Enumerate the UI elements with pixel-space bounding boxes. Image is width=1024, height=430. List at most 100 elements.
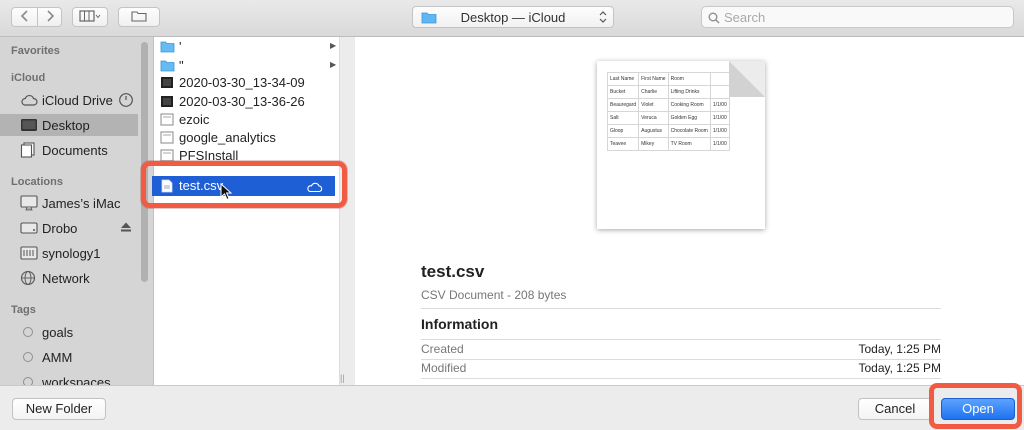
file-column: ' ▶ " ▶ 2020-03-30_13-34-09 2020-03-30_1… <box>154 37 340 385</box>
created-label: Created <box>421 342 464 356</box>
table-cell: Gloop <box>606 124 640 138</box>
thumbnail-table: Last Name First Name Room Bucket Charlie Lift… <box>606 72 730 151</box>
preview-subtitle: CSV Document - 208 bytes <box>421 288 567 302</box>
video-file-icon <box>160 76 174 89</box>
table-cell: 1/1/00 <box>709 111 730 125</box>
tag-dot-icon <box>23 377 33 385</box>
folder-icon <box>160 59 175 72</box>
sidebar-item-tag-workspaces[interactable]: workspaces <box>0 371 138 385</box>
created-value: Today, 1:25 PM <box>858 342 942 356</box>
location-label: Desktop — iCloud <box>460 10 566 25</box>
table-cell: 1/1/00 <box>709 124 730 138</box>
sidebar-item-label: James’s iMac <box>42 195 121 211</box>
chevron-right-icon[interactable] <box>45 9 55 26</box>
table-cell: Lifting Drinks <box>667 85 711 99</box>
disclosure-arrow-icon: ▶ <box>330 60 337 69</box>
sidebar-item-label: synology1 <box>42 245 101 261</box>
cancel-button[interactable]: Cancel <box>858 398 932 420</box>
footer: New Folder Cancel Open <box>0 385 1024 430</box>
table-cell: Beauregard <box>606 98 640 112</box>
sidebar-item-label: Drobo <box>42 220 78 236</box>
sidebar-item-tag-goals[interactable]: goals <box>0 321 138 343</box>
cloud-icon <box>20 93 38 107</box>
sidebar-item-synology1[interactable]: synology1 <box>0 242 138 264</box>
table-cell: Golden Egg <box>667 111 711 125</box>
updown-chevron-icon <box>599 10 607 25</box>
video-file-icon <box>160 95 174 108</box>
sidebar-item-label: iCloud Drive <box>42 92 113 108</box>
highlight-annotation <box>141 161 347 208</box>
server-icon <box>20 245 38 260</box>
table-cell <box>709 72 730 86</box>
table-row: Beauregard Violet Cooking Room 1/1/00 <box>606 98 730 112</box>
list-item[interactable]: 2020-03-30_13-34-09 <box>154 73 339 93</box>
sidebar-section-icloud: iCloud <box>11 72 46 84</box>
sidebar-item-desktop[interactable]: Desktop <box>0 114 138 136</box>
sidebar-item-documents[interactable]: Documents <box>0 139 138 161</box>
list-item[interactable]: 2020-03-30_13-36-26 <box>154 92 339 112</box>
chevron-left-icon[interactable] <box>20 9 30 26</box>
drive-icon <box>20 221 38 235</box>
table-cell <box>709 85 730 99</box>
table-row: Salt Veruca Golden Egg 1/1/00 <box>606 111 730 125</box>
preview-pane: Last Name First Name Room Bucket Charlie Lift… <box>355 37 1024 385</box>
eject-icon[interactable] <box>120 221 132 236</box>
sidebar-item-label: goals <box>42 324 74 340</box>
table-cell: Cooking Room <box>667 98 711 112</box>
table-row: Last Name First Name Room <box>606 72 730 86</box>
table-cell: 1/1/00 <box>709 98 730 112</box>
disclosure-arrow-icon: ▶ <box>330 41 337 50</box>
file-name: 2020-03-30_13-34-09 <box>179 75 305 90</box>
modified-label: Modified <box>421 361 467 375</box>
back-forward-control <box>11 7 62 27</box>
toolbar-new-folder-button[interactable] <box>118 7 160 27</box>
table-cell: Room <box>667 72 711 86</box>
file-name: ' <box>179 39 182 54</box>
modified-value: Today, 1:25 PM <box>858 361 942 375</box>
highlight-annotation <box>929 383 1022 429</box>
network-icon <box>20 270 36 286</box>
list-item[interactable]: ezoic <box>154 110 339 130</box>
open-file-dialog: Desktop — iCloud Search Favorites iCloud… <box>0 0 1024 430</box>
document-thumbnail: Last Name First Name Room Bucket Charlie Lift… <box>597 61 765 229</box>
table-cell: TV Room <box>667 137 711 151</box>
file-icon <box>160 113 174 126</box>
toolbar: Desktop — iCloud Search <box>0 0 1024 37</box>
search-field[interactable]: Search <box>701 6 1014 28</box>
divider <box>421 308 941 309</box>
sidebar-section-locations: Locations <box>11 176 63 188</box>
sidebar-item-network[interactable]: Network <box>0 267 138 289</box>
sidebar-item-imac[interactable]: James’s iMac <box>0 192 138 214</box>
desktop-icon <box>20 118 37 132</box>
list-item[interactable]: ' ▶ <box>154 37 339 57</box>
column-resize-handle[interactable]: || <box>340 373 345 383</box>
search-icon <box>708 11 720 29</box>
sidebar-item-icloud-drive[interactable]: iCloud Drive <box>0 89 138 111</box>
file-name: 2020-03-30_13-36-26 <box>179 94 305 109</box>
table-cell: Augustus <box>638 124 669 138</box>
sidebar-item-tag-amm[interactable]: AMM <box>0 346 138 368</box>
table-cell: Mikey <box>638 137 669 151</box>
sidebar-item-label: Documents <box>42 142 108 158</box>
icloud-progress-icon <box>118 92 134 111</box>
view-mode-button[interactable] <box>72 7 108 27</box>
documents-icon <box>20 142 36 158</box>
list-item[interactable]: google_analytics <box>154 128 339 148</box>
sidebar-item-label: Network <box>42 270 90 286</box>
location-popup[interactable]: Desktop — iCloud <box>412 6 614 28</box>
new-folder-button[interactable]: New Folder <box>12 398 106 420</box>
sidebar-section-tags: Tags <box>11 304 36 316</box>
sidebar-section-favorites: Favorites <box>11 45 60 57</box>
sidebar-item-drobo[interactable]: Drobo <box>0 217 138 239</box>
table-cell: Veruca <box>638 111 669 125</box>
table-cell: Last Name <box>606 72 640 86</box>
table-row: Bucket Charlie Lifting Drinks <box>606 85 730 99</box>
sidebar-item-label: workspaces <box>42 374 111 386</box>
table-cell: First Name <box>638 72 669 86</box>
table-cell: Bucket <box>606 85 640 99</box>
new-folder-icon <box>131 10 147 25</box>
sidebar-item-label: AMM <box>42 349 73 365</box>
divider <box>421 339 941 340</box>
file-icon <box>160 131 174 144</box>
page-curl-icon <box>729 61 765 97</box>
